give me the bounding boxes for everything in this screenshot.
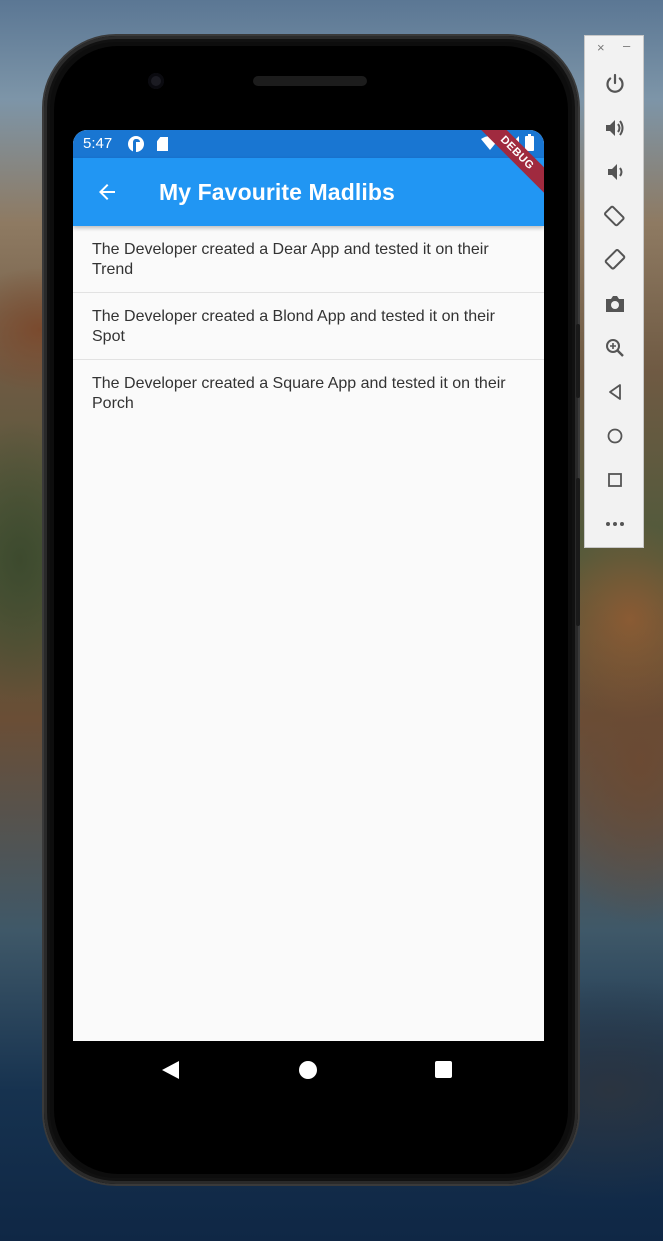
back-button[interactable] (87, 172, 127, 212)
status-time: 5:47 (83, 135, 113, 152)
overview-icon (608, 473, 622, 487)
status-bar: 5:47 (73, 130, 544, 158)
toolbar-overview-button[interactable] (600, 465, 630, 495)
home-icon (607, 428, 623, 444)
phone-power-button (576, 324, 580, 398)
page-title: My Favourite Madlibs (159, 179, 395, 205)
rotate-left-icon (604, 205, 625, 227)
sd-card-icon (157, 137, 168, 151)
toolbar-back-button[interactable] (600, 377, 630, 407)
zoom-icon (606, 339, 624, 357)
madlib-list: The Developer created a Dear App and tes… (73, 226, 544, 427)
nav-home-icon[interactable] (299, 1061, 317, 1079)
rotate-right-button[interactable] (600, 245, 630, 275)
arrow-back-icon (99, 184, 115, 200)
power-icon (606, 73, 624, 93)
app-screen: 5:47 My Favourite Madlibs DEBUG The Deve… (73, 130, 544, 1041)
rotate-left-button[interactable] (600, 201, 630, 231)
system-nav-bar (73, 1041, 544, 1097)
phone-volume-button (576, 478, 580, 626)
volume-down-button[interactable] (600, 157, 630, 187)
close-icon[interactable]: × (597, 40, 605, 55)
toolbar-window-controls: × – (585, 38, 645, 58)
app-bar: My Favourite Madlibs (73, 158, 544, 226)
list-item[interactable]: The Developer created a Blond App and te… (73, 293, 544, 360)
list-item[interactable]: The Developer created a Square App and t… (73, 360, 544, 427)
more-button[interactable] (600, 509, 630, 539)
toolbar-home-button[interactable] (600, 421, 630, 451)
more-icon (606, 522, 624, 526)
camera-icon (606, 296, 624, 312)
minimize-icon[interactable]: – (623, 38, 630, 53)
earpiece-speaker (253, 76, 367, 86)
emulator-toolbar: × – (584, 35, 644, 548)
list-item[interactable]: The Developer created a Dear App and tes… (73, 226, 544, 293)
volume-up-button[interactable] (600, 113, 630, 143)
volume-down-icon (608, 164, 623, 180)
front-camera (148, 73, 164, 89)
nav-recents-icon[interactable] (435, 1061, 452, 1078)
power-button[interactable] (600, 69, 630, 99)
back-icon (609, 384, 621, 400)
zoom-button[interactable] (600, 333, 630, 363)
notification-app-icon (128, 136, 144, 152)
screenshot-button[interactable] (600, 289, 630, 319)
volume-up-icon (606, 120, 624, 136)
rotate-right-icon (604, 249, 626, 270)
nav-back-icon[interactable] (162, 1061, 179, 1079)
